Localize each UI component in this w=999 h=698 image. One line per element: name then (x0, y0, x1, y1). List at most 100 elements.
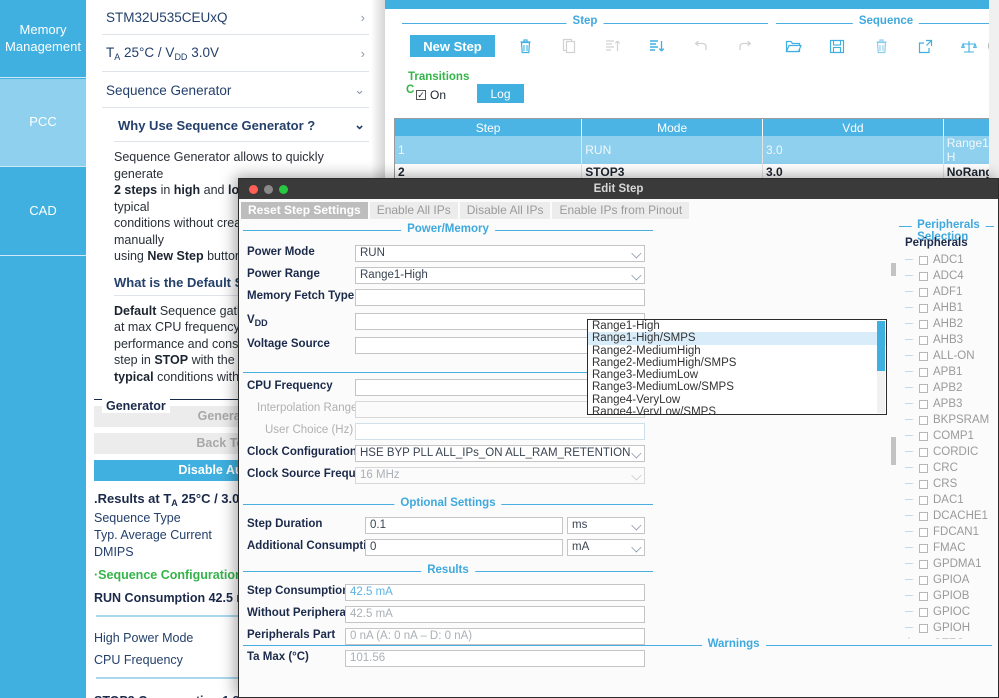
peripheral-checkbox[interactable] (919, 607, 928, 617)
additional-consumption-input[interactable]: 0 (365, 539, 563, 556)
log-button[interactable]: Log (477, 84, 524, 103)
additional-consumption-unit-select[interactable]: mA (567, 539, 645, 556)
peripheral-checkbox[interactable] (919, 415, 928, 425)
peripheral-checkbox[interactable] (919, 287, 928, 297)
new-step-button[interactable]: New Step (410, 35, 495, 57)
memory-fetch-type-select[interactable] (355, 289, 645, 306)
peripheral-item-gpioh[interactable]: ─ GPIOH (905, 620, 990, 636)
peripheral-checkbox[interactable] (919, 271, 928, 281)
peripheral-checkbox[interactable] (919, 351, 928, 361)
peripheral-item-adc4[interactable]: ─ ADC4 (905, 268, 990, 284)
steps-table-container[interactable]: Step Mode Vdd 1 RUN 3.0 Range1–H 2 STOP3… (394, 118, 999, 180)
peripheral-checkbox[interactable] (919, 383, 928, 393)
export-sequence-icon[interactable] (912, 33, 938, 59)
peripheral-checkbox[interactable] (919, 335, 928, 345)
peripheral-item-cordic[interactable]: ─ CORDIC (905, 444, 990, 460)
peripheral-item-apb1[interactable]: ─ APB1 (905, 364, 990, 380)
peripheral-checkbox[interactable] (919, 431, 928, 441)
peripheral-item-ahb1[interactable]: ─ AHB1 (905, 300, 990, 316)
disable-all-ips-button[interactable]: Disable All IPs (459, 201, 551, 219)
peripheral-item-fmac[interactable]: ─ FMAC (905, 540, 990, 556)
peripheral-item-adc1[interactable]: ─ ADC1 (905, 252, 990, 268)
maximize-window-icon[interactable] (279, 185, 288, 194)
peripherals-tree[interactable]: ─ ADC1 ─ ADC4 ─ ADF1 ─ AHB1 ─ AHB2 ─ AHB3 ─ ALL… (905, 252, 990, 639)
dialog-splitter-grip-top[interactable] (891, 263, 896, 276)
dropdown-option[interactable]: Range1-High (588, 320, 886, 332)
peripheral-item-apb2[interactable]: ─ APB2 (905, 380, 990, 396)
peripheral-item-gpiob[interactable]: ─ GPIOB (905, 588, 990, 604)
compare-sequence-icon[interactable] (956, 33, 982, 59)
peripheral-item-adf1[interactable]: ─ ADF1 (905, 284, 990, 300)
dropdown-option[interactable]: Range2-MediumHigh/SMPS (588, 357, 886, 369)
peripheral-item-fdcan1[interactable]: ─ FDCAN1 (905, 524, 990, 540)
peripheral-checkbox[interactable] (919, 367, 928, 377)
dropdown-option[interactable]: Range2-MediumHigh (588, 345, 886, 357)
peripheral-checkbox[interactable] (919, 447, 928, 457)
peripheral-item-dcache1[interactable]: ─ DCACHE1 (905, 508, 990, 524)
peripheral-checkbox[interactable] (919, 543, 928, 553)
open-sequence-icon[interactable] (780, 33, 806, 59)
sequence-generator-row[interactable]: Sequence Generator ⌄ (102, 72, 369, 108)
copy-step-icon[interactable] (556, 33, 582, 59)
dropdown-option[interactable]: Range3-MediumLow (588, 369, 886, 381)
dialog-splitter-grip[interactable] (891, 437, 896, 465)
peripheral-item-ahb3[interactable]: ─ AHB3 (905, 332, 990, 348)
peripheral-item-dac1[interactable]: ─ DAC1 (905, 492, 990, 508)
column-header-mode[interactable]: Mode (581, 119, 764, 136)
move-step-up-icon[interactable] (600, 33, 626, 59)
peripheral-checkbox[interactable] (919, 495, 928, 505)
peripheral-checkbox[interactable] (919, 399, 928, 409)
peripheral-item-all-on[interactable]: ─ ALL-ON (905, 348, 990, 364)
redo-icon[interactable] (732, 33, 758, 59)
peripheral-checkbox[interactable] (919, 319, 928, 329)
dialog-title-bar[interactable]: Edit Step (239, 179, 998, 199)
rail-tab-pcc[interactable]: PCC (0, 79, 86, 167)
power-range-select[interactable]: Range1-High (355, 267, 645, 284)
peripheral-checkbox[interactable] (919, 559, 928, 569)
peripheral-checkbox[interactable] (919, 591, 928, 601)
part-number-row[interactable]: STM32U535CEUxQ › (102, 0, 369, 35)
table-row[interactable]: 1 RUN 3.0 Range1–H (395, 136, 998, 164)
peripheral-item-gpioc[interactable]: ─ GPIOC (905, 604, 990, 620)
step-duration-input[interactable]: 0.1 (365, 517, 563, 534)
peripheral-checkbox[interactable] (919, 255, 928, 265)
rail-tab-memory-management[interactable]: Memory Management (0, 0, 86, 78)
column-header-vdd[interactable]: Vdd (762, 119, 944, 136)
dropdown-option[interactable]: Range3-MediumLow/SMPS (588, 381, 886, 393)
power-range-dropdown-list[interactable]: Range1-High Range1-High/SMPS Range2-Medi… (587, 319, 887, 415)
close-window-icon[interactable] (249, 185, 258, 194)
enable-all-ips-button[interactable]: Enable All IPs (369, 201, 458, 219)
conditions-row[interactable]: TA 25°C / VDD 3.0V › (102, 35, 369, 72)
dropdown-option[interactable]: Range1-High/SMPS (588, 332, 886, 345)
peripheral-item-apb3[interactable]: ─ APB3 (905, 396, 990, 412)
transitions-on-checkbox[interactable]: ✓ (416, 90, 426, 100)
peripheral-item-comp1[interactable]: ─ COMP1 (905, 428, 990, 444)
save-sequence-icon[interactable] (824, 33, 850, 59)
undo-icon[interactable] (688, 33, 714, 59)
column-header-step[interactable]: Step (395, 119, 583, 136)
peripheral-checkbox[interactable] (919, 527, 928, 537)
peripheral-checkbox[interactable] (919, 623, 928, 633)
peripheral-item-bkpsram[interactable]: ─ BKPSRAM (905, 412, 990, 428)
peripheral-item-crc[interactable]: ─ CRC (905, 460, 990, 476)
step-duration-unit-select[interactable]: ms (567, 517, 645, 534)
peripheral-item-crs[interactable]: ─ CRS (905, 476, 990, 492)
dropdown-option[interactable]: Range4-VeryLow/SMPS (588, 406, 886, 414)
peripheral-checkbox[interactable] (919, 479, 928, 489)
dropdown-scrollbar-thumb[interactable] (877, 321, 885, 371)
main-vertical-scrollbar[interactable] (989, 0, 999, 178)
minimize-window-icon[interactable] (264, 185, 273, 194)
reset-step-settings-button[interactable]: Reset Step Settings (241, 201, 368, 219)
peripheral-item-ahb2[interactable]: ─ AHB2 (905, 316, 990, 332)
enable-ips-from-pinout-button[interactable]: Enable IPs from Pinout (552, 201, 690, 219)
delete-step-icon[interactable] (512, 33, 538, 59)
delete-sequence-icon[interactable] (868, 33, 894, 59)
move-step-down-icon[interactable] (644, 33, 670, 59)
faq-why-use-row[interactable]: Why Use Sequence Generator ? ⌄ (114, 108, 369, 142)
rail-tab-cad[interactable]: CAD (0, 168, 86, 256)
user-choice-hz-input[interactable] (355, 423, 645, 440)
peripheral-item-gpdma1[interactable]: ─ GPDMA1 (905, 556, 990, 572)
clock-configuration-select[interactable]: HSE BYP PLL ALL_IPs_ON ALL_RAM_RETENTION (355, 445, 645, 462)
dropdown-option[interactable]: Range4-VeryLow (588, 394, 886, 406)
clock-source-frequency-select[interactable]: 16 MHz (355, 467, 645, 484)
